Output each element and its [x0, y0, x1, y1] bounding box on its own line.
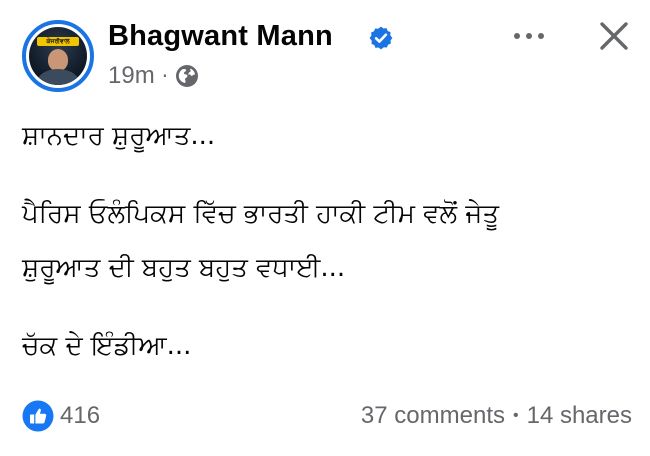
- reactions-summary[interactable]: 416: [22, 400, 100, 432]
- avatar-image: ਕੇਜਰੀਵਾਲ: [29, 27, 87, 85]
- post-header: ਕੇਜਰੀਵਾਲ Bhagwant Mann 19m ·: [22, 14, 632, 94]
- author-name[interactable]: Bhagwant Mann: [108, 18, 333, 54]
- reaction-count: 416: [60, 402, 101, 429]
- more-dot-icon: [538, 33, 544, 39]
- verified-badge-icon: [369, 26, 393, 50]
- more-options-button[interactable]: [504, 16, 554, 56]
- close-icon[interactable]: [594, 16, 634, 56]
- globe-icon[interactable]: [175, 64, 199, 88]
- more-dot-icon: [514, 33, 520, 39]
- post-footer: 416 37 comments • 14 shares: [22, 398, 632, 438]
- post-text-line: ਪੈਰਿਸ ਓਲੰਪਿਕਸ ਵਿੱਚ ਭਾਰਤੀ ਹਾਕੀ ਟੀਮ ਵਲੋਂ ਜ…: [22, 199, 499, 229]
- engagement-summary: 37 comments • 14 shares: [361, 400, 632, 432]
- avatar-body: [36, 69, 80, 85]
- avatar-face: [48, 49, 68, 71]
- timestamp[interactable]: 19m: [108, 62, 155, 90]
- engagement-separator: •: [512, 407, 519, 424]
- post-text-line: ਚੱਕ ਦੇ ਇੰਡੀਆ...: [22, 331, 192, 361]
- more-dot-icon: [526, 33, 532, 39]
- post-text-line: ਸ਼ੁਰੂਆਤ ਦੀ ਬਹੁਤ ਬਹੁਤ ਵਧਾਈ...: [22, 253, 346, 283]
- meta-separator: ·: [161, 64, 169, 88]
- avatar[interactable]: ਕੇਜਰੀਵਾਲ: [22, 20, 94, 92]
- shares-count-link[interactable]: 14 shares: [527, 402, 632, 430]
- like-icon: [22, 400, 54, 432]
- post-text-line: ਸ਼ਾਨਦਾਰ ਸ਼ੁਰੂਆਤ...: [22, 121, 216, 151]
- comments-count-link[interactable]: 37 comments: [361, 402, 505, 430]
- avatar-banner: ਕੇਜਰੀਵਾਲ: [37, 37, 79, 46]
- post-meta: 19m ·: [108, 61, 199, 91]
